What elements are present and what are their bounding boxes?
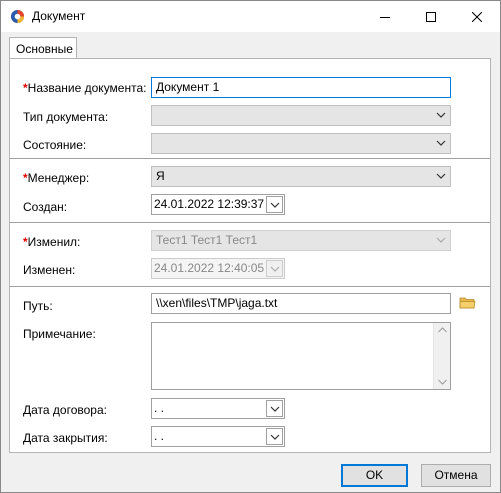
calendar-dropdown-button[interactable] [266,428,283,445]
close-button[interactable] [454,1,500,32]
chevron-down-icon [270,406,279,412]
app-icon [10,9,25,24]
note-label: Примечание: [23,327,96,341]
scroll-down-icon[interactable] [438,379,447,385]
note-textarea[interactable] [151,322,451,390]
contract-date-label: Дата договора: [23,403,107,417]
manager-select[interactable]: Я [151,166,451,187]
chevron-down-icon [436,237,446,243]
chevron-down-icon [270,266,279,272]
chevron-down-icon [436,173,446,179]
calendar-dropdown-button[interactable] [266,196,283,213]
state-label: Состояние: [23,138,87,152]
changed-by-select: Тест1 Тест1 Тест1 [151,230,451,251]
contract-date-picker[interactable]: . . [151,398,285,419]
changed-by-label: *Изменил: [23,235,81,249]
calendar-dropdown-button[interactable] [266,400,283,417]
changed-label: Изменен: [23,263,76,277]
document-dialog: Документ Основные *Название документа: Д… [0,0,501,493]
minimize-button[interactable] [362,1,408,32]
close-date-label: Дата закрытия: [23,431,108,445]
type-select[interactable] [151,105,451,126]
separator [10,222,490,223]
cancel-button[interactable]: Отмена [421,464,491,487]
title-bar: Документ [1,1,500,32]
tab-main[interactable]: Основные [9,37,77,59]
close-date-picker[interactable]: . . [151,426,285,447]
folder-icon[interactable] [459,295,476,310]
ok-button[interactable]: OK [341,464,408,487]
name-label: *Название документа: [23,81,147,95]
separator [10,286,490,287]
scroll-up-icon[interactable] [438,327,447,333]
chevron-down-icon [436,140,446,146]
calendar-dropdown-button [266,260,283,277]
created-label: Создан: [23,200,68,214]
close-icon [472,11,482,22]
maximize-button[interactable] [408,1,454,32]
path-input[interactable]: \\xen\files\TMP\jaga.txt [151,293,451,314]
minimize-icon [380,16,390,18]
note-scrollbar[interactable] [433,323,450,389]
chevron-down-icon [270,434,279,440]
maximize-icon [426,11,436,22]
chevron-down-icon [270,202,279,208]
state-select[interactable] [151,133,451,154]
name-input[interactable]: Документ 1 [151,77,451,98]
changed-datetime: 24.01.2022 12:40:05 [151,258,285,279]
path-label: Путь: [23,299,53,313]
created-datetime[interactable]: 24.01.2022 12:39:37 [151,194,285,215]
type-label: Тип документа: [23,110,109,124]
separator [10,158,490,159]
chevron-down-icon [436,112,446,118]
window-title: Документ [32,9,86,23]
manager-label: *Менеджер: [23,171,90,185]
